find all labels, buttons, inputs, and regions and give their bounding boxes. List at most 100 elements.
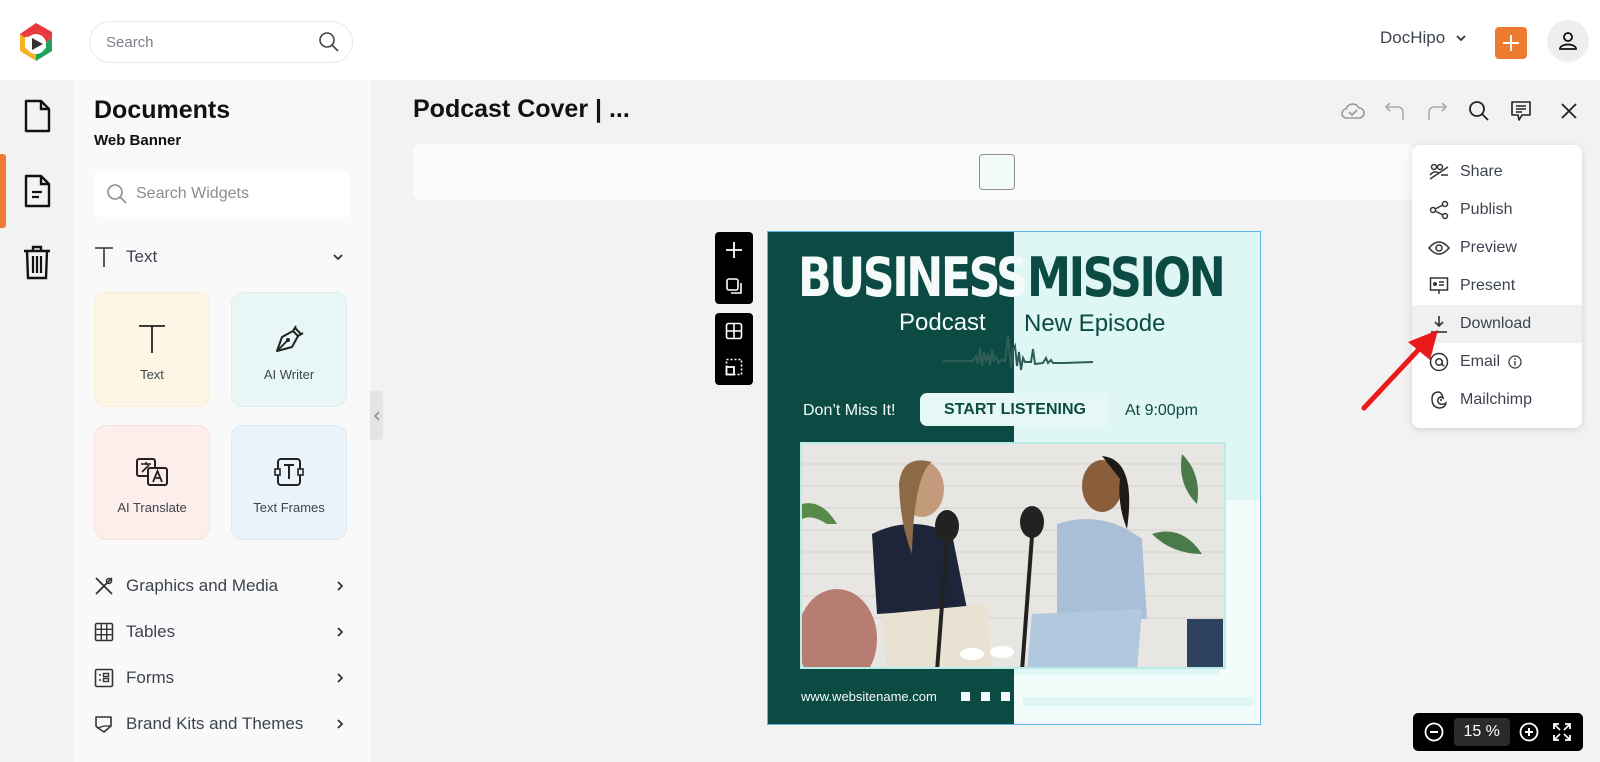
section-label: Graphics and Media xyxy=(126,576,279,595)
document-title[interactable]: Podcast Cover | ... xyxy=(413,95,630,124)
duplicate-page-button[interactable] xyxy=(715,270,753,302)
tile-text-frames[interactable]: Text Frames xyxy=(231,425,347,540)
design-canvas[interactable]: BUSINESS MISSION Podcast New Episode Don… xyxy=(767,231,1261,725)
zoom-out-button[interactable] xyxy=(1421,718,1448,746)
dont-miss-text[interactable]: Don’t Miss It! xyxy=(803,402,895,420)
text-frame-icon xyxy=(273,454,305,490)
section-tables[interactable]: Tables xyxy=(94,616,350,648)
create-new-button[interactable] xyxy=(1495,27,1527,59)
resize-button[interactable] xyxy=(715,351,753,383)
section-label: Tables xyxy=(126,622,176,641)
left-rail xyxy=(0,80,73,762)
fit-to-screen-button[interactable] xyxy=(1548,718,1575,746)
website-url[interactable]: www.websitename.com xyxy=(801,689,937,704)
eye-icon xyxy=(1428,237,1450,259)
section-label: Text xyxy=(126,247,158,266)
rail-item-documents[interactable] xyxy=(0,80,73,152)
undo-icon[interactable] xyxy=(1374,97,1416,125)
menu-item-publish[interactable]: Publish xyxy=(1412,191,1582,229)
collapse-panel-handle[interactable] xyxy=(370,391,383,440)
tile-ai-translate[interactable]: AI Translate xyxy=(94,425,210,540)
section-text[interactable]: Text xyxy=(94,241,350,273)
global-search-input[interactable] xyxy=(106,22,306,62)
tile-label: AI Writer xyxy=(263,367,315,382)
menu-item-label: Present xyxy=(1460,277,1516,294)
tile-label: AI Translate xyxy=(117,500,187,515)
layout-toolbar xyxy=(715,313,753,385)
global-search[interactable] xyxy=(89,21,353,63)
user-icon xyxy=(1558,31,1578,51)
rail-item-trash[interactable] xyxy=(0,226,73,298)
tile-label: Text xyxy=(140,367,164,382)
section-brand-kits-and-themes[interactable]: Brand Kits and Themes xyxy=(94,708,350,740)
time-text[interactable]: At 9:00pm xyxy=(1125,402,1198,420)
grid-layout-button[interactable] xyxy=(715,315,753,347)
workspace-name: DocHipo xyxy=(1380,28,1446,47)
menu-item-present[interactable]: Present xyxy=(1412,267,1582,305)
menu-item-label: Download xyxy=(1460,315,1532,332)
page-actions-toolbar xyxy=(715,232,753,304)
decorative-line xyxy=(1023,697,1253,706)
workspace-switcher[interactable]: DocHipo xyxy=(1380,28,1467,48)
redo-icon[interactable] xyxy=(1416,97,1458,125)
widget-search-input[interactable] xyxy=(136,171,336,217)
headline-left[interactable]: BUSINESS xyxy=(798,246,1028,309)
cloud-saved-icon[interactable] xyxy=(1332,97,1374,125)
comment-icon[interactable] xyxy=(1500,97,1542,125)
widget-search[interactable] xyxy=(94,171,350,217)
present-icon xyxy=(1428,275,1450,297)
menu-item-share[interactable]: Share xyxy=(1412,153,1582,191)
chevron-down-icon xyxy=(332,253,344,261)
text-icon xyxy=(138,321,166,357)
chevron-left-icon xyxy=(373,410,380,421)
chevron-right-icon xyxy=(336,718,344,730)
section-label: Forms xyxy=(126,668,175,687)
menu-item-label: Email xyxy=(1460,353,1501,370)
widgets-panel: Documents Web Banner Text Text AI Writer… xyxy=(73,80,371,762)
chevron-right-icon xyxy=(336,672,344,684)
publish-share-icon xyxy=(1428,199,1450,221)
dochipo-logo[interactable] xyxy=(17,22,55,62)
zoom-in-button[interactable] xyxy=(1516,718,1543,746)
tile-text[interactable]: Text xyxy=(94,292,210,407)
table-icon xyxy=(94,622,114,642)
top-bar: DocHipo xyxy=(0,0,1600,80)
profile-button[interactable] xyxy=(1547,20,1589,62)
menu-item-preview[interactable]: Preview xyxy=(1412,229,1582,267)
tile-label: Text Frames xyxy=(253,500,325,515)
grid-icon xyxy=(725,322,743,340)
graphics-icon xyxy=(94,576,114,596)
search-icon[interactable] xyxy=(318,31,340,53)
info-icon[interactable] xyxy=(1508,355,1522,369)
text-icon xyxy=(94,246,114,268)
chevron-right-icon xyxy=(336,580,344,592)
chevron-down-icon xyxy=(1455,34,1467,42)
headline-right[interactable]: MISSION xyxy=(1027,246,1226,309)
add-page-button[interactable] xyxy=(715,234,753,266)
soundwave-graphic[interactable] xyxy=(943,332,1093,377)
resize-icon xyxy=(725,358,743,376)
search-icon[interactable] xyxy=(1458,97,1500,125)
tile-ai-writer[interactable]: AI Writer xyxy=(231,292,347,407)
section-graphics-and-media[interactable]: Graphics and Media xyxy=(94,570,350,602)
panel-title: Documents xyxy=(94,96,231,124)
plus-circle-icon xyxy=(1519,722,1539,742)
expand-icon xyxy=(1552,722,1572,742)
podcast-photo[interactable] xyxy=(800,442,1226,669)
background-color-swatch[interactable] xyxy=(979,154,1015,190)
trash-icon xyxy=(22,244,52,280)
form-icon xyxy=(94,668,114,688)
zoom-controls xyxy=(1413,713,1583,751)
minus-circle-icon xyxy=(1424,722,1444,742)
close-icon[interactable] xyxy=(1548,97,1590,125)
menu-item-label: Mailchimp xyxy=(1460,391,1533,408)
plus-icon xyxy=(725,241,743,259)
start-listening-cta[interactable]: START LISTENING xyxy=(920,393,1110,426)
share-people-icon xyxy=(1428,161,1450,183)
annotation-arrow xyxy=(1360,330,1450,415)
section-forms[interactable]: Forms xyxy=(94,662,350,694)
duplicate-icon xyxy=(725,277,743,295)
rail-item-my-documents[interactable] xyxy=(0,155,73,227)
zoom-level-input[interactable] xyxy=(1453,718,1510,746)
file-icon xyxy=(23,99,51,133)
